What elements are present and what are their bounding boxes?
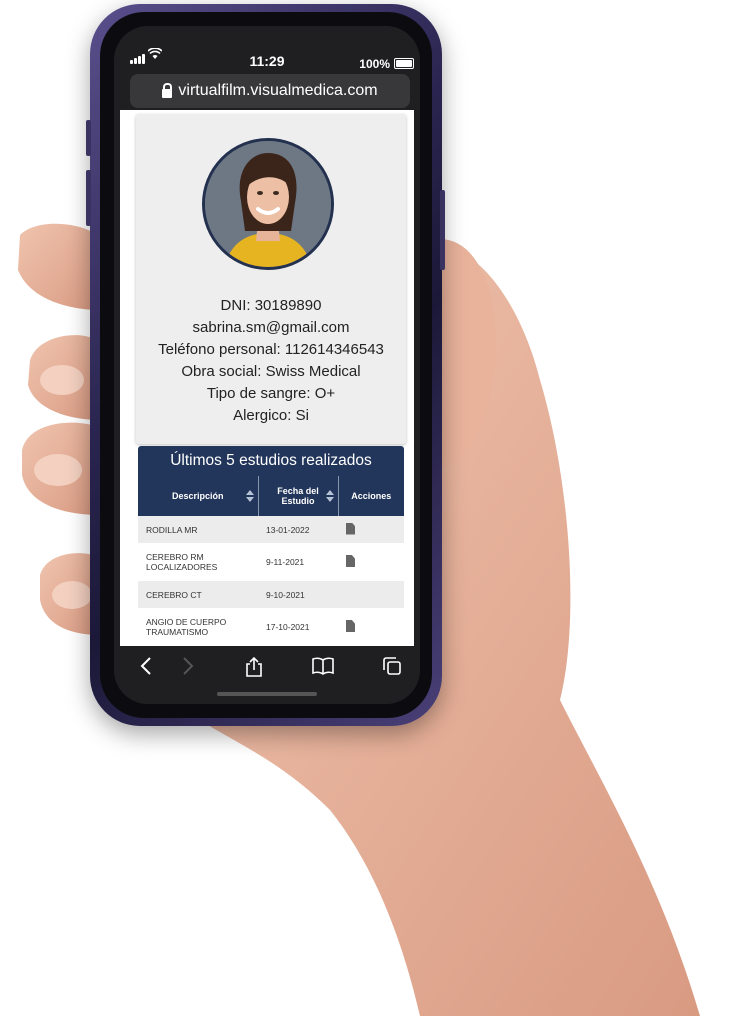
phone-side-button — [86, 120, 91, 156]
bookmarks-icon[interactable] — [310, 656, 336, 680]
row-description: CEREBRO RM LOCALIZADORES — [138, 543, 258, 581]
row-actions — [338, 581, 404, 608]
phone-power-button — [440, 190, 445, 270]
table-row: ANGIO DE CUERPO TRAUMATISMO 17-10-2021 — [138, 608, 404, 646]
row-date: 9-10-2021 — [258, 581, 338, 608]
row-date: 17-10-2021 — [258, 608, 338, 646]
phone-screen: 11:29 100% virtualfilm.visualmedica.com — [114, 26, 420, 704]
sort-icon[interactable] — [326, 490, 334, 502]
share-icon[interactable] — [242, 656, 266, 680]
info-allergic: Alergico: Si — [233, 407, 309, 424]
battery-icon — [394, 58, 414, 69]
back-icon[interactable] — [136, 656, 156, 680]
file-icon[interactable] — [346, 555, 355, 567]
info-insurance: Obra social: Swiss Medical — [181, 363, 361, 380]
table-row: CEREBRO CT 9-10-2021 — [138, 581, 404, 608]
avatar-photo — [205, 141, 331, 267]
row-actions — [338, 543, 404, 581]
column-header-description[interactable]: Descripción — [138, 476, 258, 516]
phone-volume-button — [86, 170, 91, 226]
row-description: RODILLA MR — [138, 516, 258, 543]
patient-info: DNI: 30189890 sabrina.sm@gmail.com Teléf… — [136, 295, 406, 427]
studies-table: Descripción Fecha del Estudio Acciones R… — [138, 476, 404, 646]
profile-card: DNI: 30189890 sabrina.sm@gmail.com Teléf… — [136, 114, 406, 444]
info-phone: Teléfono personal: 112614346543 — [158, 341, 384, 358]
info-blood-type: Tipo de sangre: O+ — [206, 385, 336, 402]
info-email: sabrina.sm@gmail.com — [192, 319, 350, 336]
file-icon[interactable] — [346, 620, 355, 632]
url-bar[interactable]: virtualfilm.visualmedica.com — [130, 74, 410, 108]
web-content: DNI: 30189890 sabrina.sm@gmail.com Teléf… — [120, 110, 414, 646]
home-indicator — [217, 692, 317, 696]
status-bar: 11:29 100% — [114, 26, 420, 71]
column-header-date[interactable]: Fecha del Estudio — [257, 476, 338, 516]
row-date: 13-01-2022 — [258, 516, 338, 543]
forward-icon[interactable] — [178, 656, 198, 680]
row-description: CEREBRO CT — [138, 581, 258, 608]
row-actions — [338, 516, 404, 543]
row-actions — [338, 608, 404, 646]
row-date: 9-11-2021 — [258, 543, 338, 581]
studies-title: Últimos 5 estudios realizados — [138, 446, 404, 476]
studies-card: Últimos 5 estudios realizados Descripció… — [138, 446, 404, 646]
lock-icon — [162, 82, 173, 98]
url-text: virtualfilm.visualmedica.com — [178, 82, 378, 99]
column-header-actions: Acciones — [337, 476, 404, 516]
row-description: ANGIO DE CUERPO TRAUMATISMO — [138, 608, 258, 646]
table-row: CEREBRO RM LOCALIZADORES 9-11-2021 — [138, 543, 404, 581]
sort-icon[interactable] — [246, 490, 254, 502]
table-row: RODILLA MR 13-01-2022 — [138, 516, 404, 543]
avatar — [202, 138, 334, 270]
tabs-icon[interactable] — [380, 656, 404, 680]
info-dni: DNI: 30189890 — [220, 297, 322, 314]
file-icon[interactable] — [346, 522, 355, 535]
battery-percentage: 100% — [359, 57, 390, 71]
